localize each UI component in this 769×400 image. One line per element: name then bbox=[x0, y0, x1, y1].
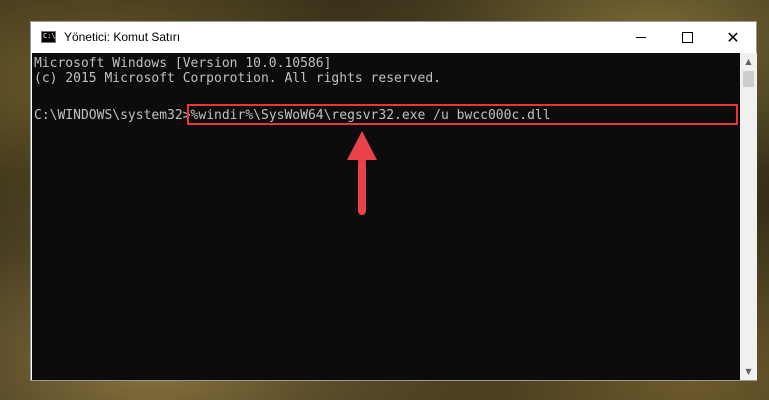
scroll-down-arrow-icon[interactable]: ▼ bbox=[740, 363, 757, 380]
maximize-button[interactable] bbox=[664, 22, 710, 53]
command-prompt-window: Yönetici: Komut Satırı ✕ Microsoft Windo… bbox=[30, 21, 757, 381]
maximize-icon bbox=[681, 32, 693, 43]
window-title: Yönetici: Komut Satırı bbox=[64, 30, 181, 44]
command-highlight-box bbox=[187, 104, 738, 125]
minimize-button[interactable] bbox=[618, 22, 664, 53]
desktop-background: { "window": { "title": "Yönetici: Komut … bbox=[0, 0, 769, 400]
close-button[interactable]: ✕ bbox=[710, 22, 756, 53]
console-prompt: C:\WINDOWS\system32> bbox=[34, 108, 191, 123]
scrollbar-thumb[interactable] bbox=[743, 71, 754, 87]
close-icon: ✕ bbox=[726, 27, 740, 47]
cmd-icon bbox=[41, 31, 56, 43]
console-line-copyright: (c) 2015 Microsoft Corporotion. All righ… bbox=[34, 71, 441, 86]
console-line-version: Microsoft Windows [Version 10.0.10586] bbox=[34, 56, 332, 71]
title-bar[interactable]: Yönetici: Komut Satırı ✕ bbox=[31, 22, 756, 53]
arrow-up-icon bbox=[347, 131, 377, 215]
console-output[interactable]: Microsoft Windows [Version 10.0.10586] (… bbox=[32, 53, 740, 380]
scroll-up-arrow-icon[interactable]: ▲ bbox=[740, 53, 757, 70]
vertical-scrollbar[interactable]: ▲ ▼ bbox=[740, 53, 757, 380]
minimize-icon bbox=[636, 37, 646, 38]
